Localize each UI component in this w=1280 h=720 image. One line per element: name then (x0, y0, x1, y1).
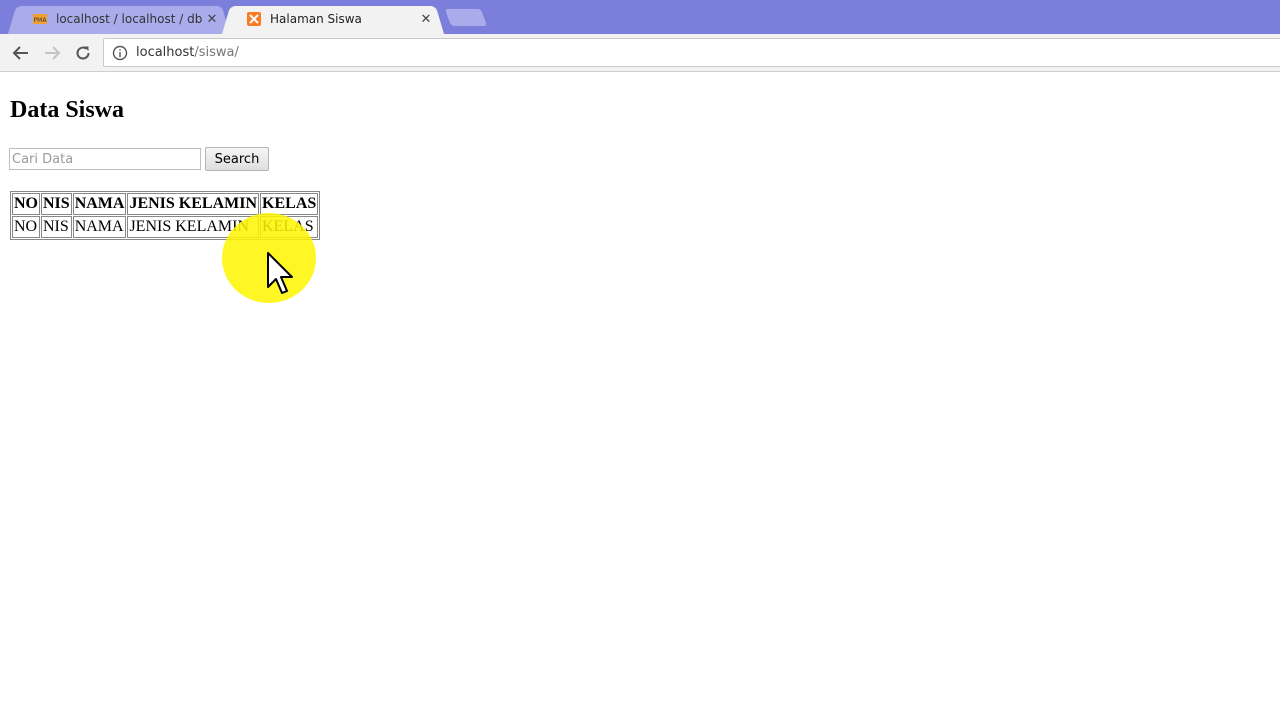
reload-icon (76, 46, 90, 60)
svg-text:PMA: PMA (34, 17, 48, 24)
search-button[interactable]: Search (205, 147, 269, 171)
forward-button[interactable] (39, 41, 65, 65)
close-tab-icon[interactable]: ✕ (418, 11, 434, 27)
table-cell: KELAS (260, 216, 319, 238)
xampp-icon (247, 11, 261, 26)
header-jenis-kelamin: JENIS KELAMIN (127, 193, 260, 215)
table-row: NO NIS NAMA JENIS KELAMIN KELAS (12, 216, 319, 238)
address-bar[interactable]: localhost/siswa/ (103, 38, 1280, 67)
table-cell: NAMA (72, 216, 127, 238)
tab-title: Halaman Siswa (270, 11, 362, 26)
table-header-row: NO NIS NAMA JENIS KELAMIN KELAS (12, 193, 319, 215)
tab-halaman-siswa[interactable]: Halaman Siswa ✕ (222, 3, 444, 34)
search-input[interactable] (9, 148, 201, 170)
browser-tab-strip: PMA localhost / localhost / db ✕ Halaman… (0, 0, 1280, 34)
info-icon[interactable] (112, 45, 128, 61)
header-nama: NAMA (72, 193, 127, 215)
close-tab-icon[interactable]: ✕ (204, 11, 220, 27)
reload-button[interactable] (70, 41, 96, 65)
header-nis: NIS (41, 193, 72, 215)
phpmyadmin-icon: PMA (33, 13, 48, 24)
data-table: NO NIS NAMA JENIS KELAMIN KELAS NO NIS N… (10, 191, 321, 240)
table-cell: NO (12, 216, 40, 238)
header-kelas: KELAS (260, 193, 319, 215)
url-host: localhost (136, 45, 195, 60)
browser-toolbar: localhost/siswa/ (0, 34, 1280, 72)
new-tab-button[interactable] (444, 9, 488, 26)
arrow-right-icon (45, 46, 61, 60)
page-title: Data Siswa (10, 97, 125, 123)
back-button[interactable] (8, 41, 34, 65)
table-cell: JENIS KELAMIN (127, 216, 260, 238)
arrow-left-icon (12, 46, 28, 60)
header-no: NO (12, 193, 40, 215)
page-content: Data Siswa Search NO NIS NAMA JENIS KELA… (0, 73, 1280, 720)
tab-title: localhost / localhost / db (56, 11, 203, 26)
url-path: /siswa/ (194, 45, 239, 60)
tab-phpmyadmin[interactable]: PMA localhost / localhost / db ✕ (8, 3, 230, 34)
address-url: localhost/siswa/ (136, 45, 239, 60)
table-cell: NIS (41, 216, 72, 238)
